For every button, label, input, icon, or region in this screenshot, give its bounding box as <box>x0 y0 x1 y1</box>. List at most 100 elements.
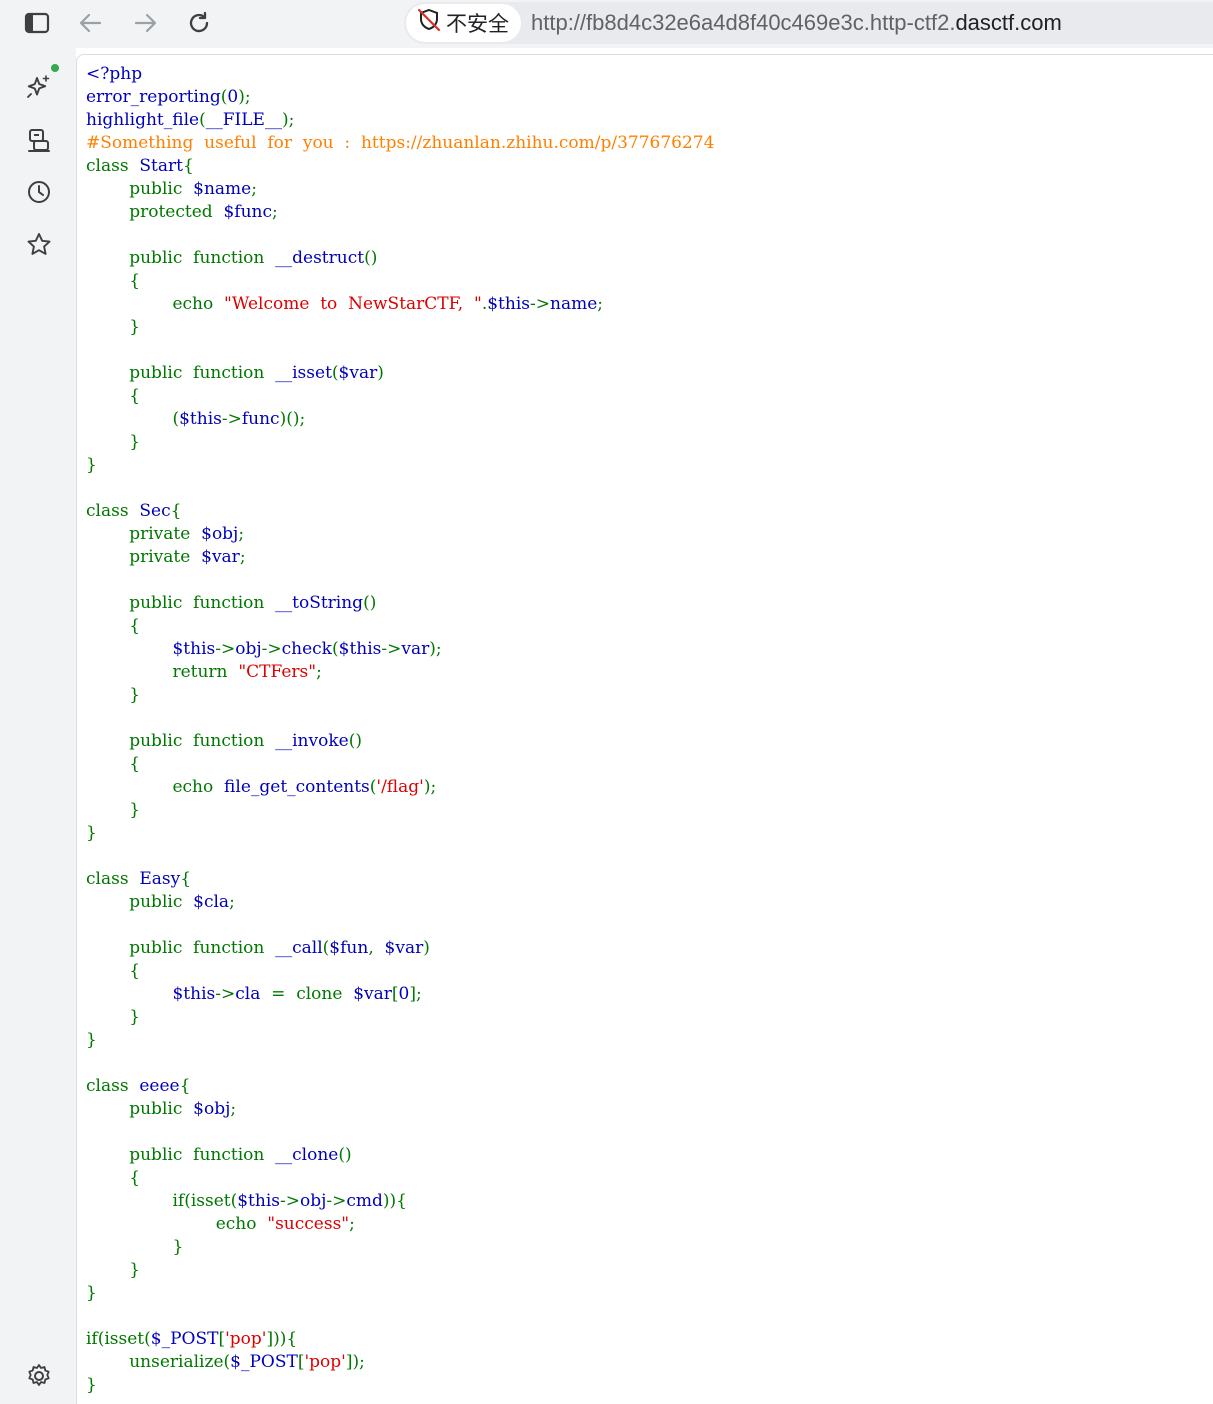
code-token-default: $this <box>338 639 382 659</box>
code-token-keyword: echo <box>86 1214 268 1234</box>
php-source-code: <?php error_reporting(0); highlight_file(_… <box>86 63 714 1397</box>
code-line: } <box>86 431 714 454</box>
code-line: } <box>86 684 714 707</box>
code-token-default: highlight_file <box>86 110 200 130</box>
forward-arrow-icon[interactable] <box>129 8 161 38</box>
settings-gear-icon[interactable] <box>22 1359 56 1393</box>
back-arrow-icon[interactable] <box>75 8 107 38</box>
code-line: public $cla; <box>86 891 714 914</box>
code-token-keyword: -> <box>261 639 282 659</box>
not-secure-shield-icon <box>416 7 442 39</box>
code-token-default: $var <box>338 363 378 383</box>
code-line: public function __invoke() <box>86 730 714 753</box>
code-token-keyword: ; <box>597 294 603 314</box>
code-token-keyword: class <box>86 869 140 889</box>
code-token-keyword: ; <box>272 202 278 222</box>
code-token-keyword: } <box>86 432 141 452</box>
code-line: public function __toString() <box>86 592 714 615</box>
code-token-default: $_POST <box>230 1352 298 1372</box>
code-token-keyword: class <box>86 156 140 176</box>
code-token-keyword: ; <box>238 524 245 544</box>
code-token-keyword: ); <box>423 777 437 797</box>
code-line: class Sec{ <box>86 500 714 523</box>
code-token-default: name <box>550 294 598 314</box>
code-token-default: check <box>281 639 332 659</box>
code-token-keyword: { <box>86 271 141 291</box>
security-label: 不安全 <box>446 13 509 36</box>
code-token-keyword: public function <box>86 1145 276 1165</box>
code-line: public function __destruct() <box>86 247 714 270</box>
code-line: { <box>86 753 714 776</box>
security-indicator[interactable]: 不安全 <box>406 4 521 42</box>
code-token-keyword: public function <box>86 248 276 268</box>
url-prefix: http://fb8d4c32e6a4d8f40c469e3c.http-ctf… <box>531 10 956 35</box>
code-token-keyword: { <box>180 869 192 889</box>
code-token-keyword: { <box>86 386 141 406</box>
code-line: <?php <box>86 63 714 86</box>
history-clock-icon[interactable] <box>22 175 56 209</box>
ai-sparkle-icon[interactable] <box>22 64 59 104</box>
sidebar-toggle-icon[interactable] <box>21 8 53 38</box>
favorites-star-icon[interactable] <box>22 228 56 262</box>
code-line: if(isset($_POST['pop'])){ <box>86 1328 714 1351</box>
code-token-default: $fun <box>329 938 369 958</box>
code-token-default: 0 <box>398 984 410 1004</box>
code-token-keyword: ); <box>429 639 442 659</box>
code-token-string: '/flag' <box>376 777 424 797</box>
reload-icon[interactable] <box>183 8 215 38</box>
code-token-keyword: , <box>368 938 385 958</box>
code-token-keyword: { <box>170 501 182 521</box>
code-line: highlight_file(__FILE__); <box>86 109 714 132</box>
code-token-keyword: public function <box>86 938 276 958</box>
url-text[interactable]: http://fb8d4c32e6a4d8f40c469e3c.http-ctf… <box>531 10 1062 36</box>
code-token-keyword: if(isset( <box>86 1329 151 1349</box>
code-token-keyword: ; <box>349 1214 355 1234</box>
code-token-keyword: } <box>86 1260 141 1280</box>
code-line: error_reporting(0); <box>86 86 714 109</box>
code-line: } <box>86 1236 714 1259</box>
address-bar[interactable]: 不安全 http://fb8d4c32e6a4d8f40c469e3c.http… <box>404 2 1213 44</box>
code-token-default: $func <box>223 202 273 222</box>
code-line: { <box>86 385 714 408</box>
code-token-keyword: echo <box>86 294 225 314</box>
code-token-default: __clone <box>275 1145 339 1165</box>
code-line: $this->cla = clone $var[0]; <box>86 983 714 1006</box>
code-token-keyword: ; <box>229 892 235 912</box>
code-line: } <box>86 799 714 822</box>
code-token-default: Start <box>139 156 183 176</box>
code-token-keyword: private <box>86 524 202 544</box>
code-line: public function __clone() <box>86 1144 714 1167</box>
code-token-default: __invoke <box>275 731 349 751</box>
code-token-keyword: [ <box>391 984 399 1004</box>
extension-device-icon[interactable] <box>22 124 56 158</box>
code-token-keyword: -> <box>215 639 236 659</box>
code-line: { <box>86 1167 714 1190</box>
url-domain: dasctf.com <box>955 10 1062 35</box>
code-token-default: $this <box>172 639 216 659</box>
code-token-default: __isset <box>275 363 332 383</box>
code-token-default: cla <box>235 984 272 1004</box>
code-token-keyword: if(isset( <box>86 1191 238 1211</box>
code-token-keyword: ]; <box>409 984 422 1004</box>
code-token-default: eeee <box>139 1076 180 1096</box>
code-token-keyword: )){ <box>382 1191 408 1211</box>
code-line: } <box>86 822 714 845</box>
code-line: } <box>86 1374 714 1397</box>
code-token-keyword: ; <box>251 179 257 199</box>
code-token-keyword: ( <box>331 363 339 383</box>
code-token-keyword: public function <box>86 731 276 751</box>
code-token-keyword: ) <box>423 938 430 958</box>
code-token-keyword: ])){ <box>266 1329 298 1349</box>
code-token-default: $this <box>172 984 216 1004</box>
code-token-keyword: ( <box>199 110 206 130</box>
code-token-default: <?php <box>86 64 143 84</box>
code-line: public function __call($fun, $var) <box>86 937 714 960</box>
code-line: { <box>86 270 714 293</box>
code-line: #Something useful for you : https://zhua… <box>86 132 714 155</box>
code-line: class Easy{ <box>86 868 714 891</box>
